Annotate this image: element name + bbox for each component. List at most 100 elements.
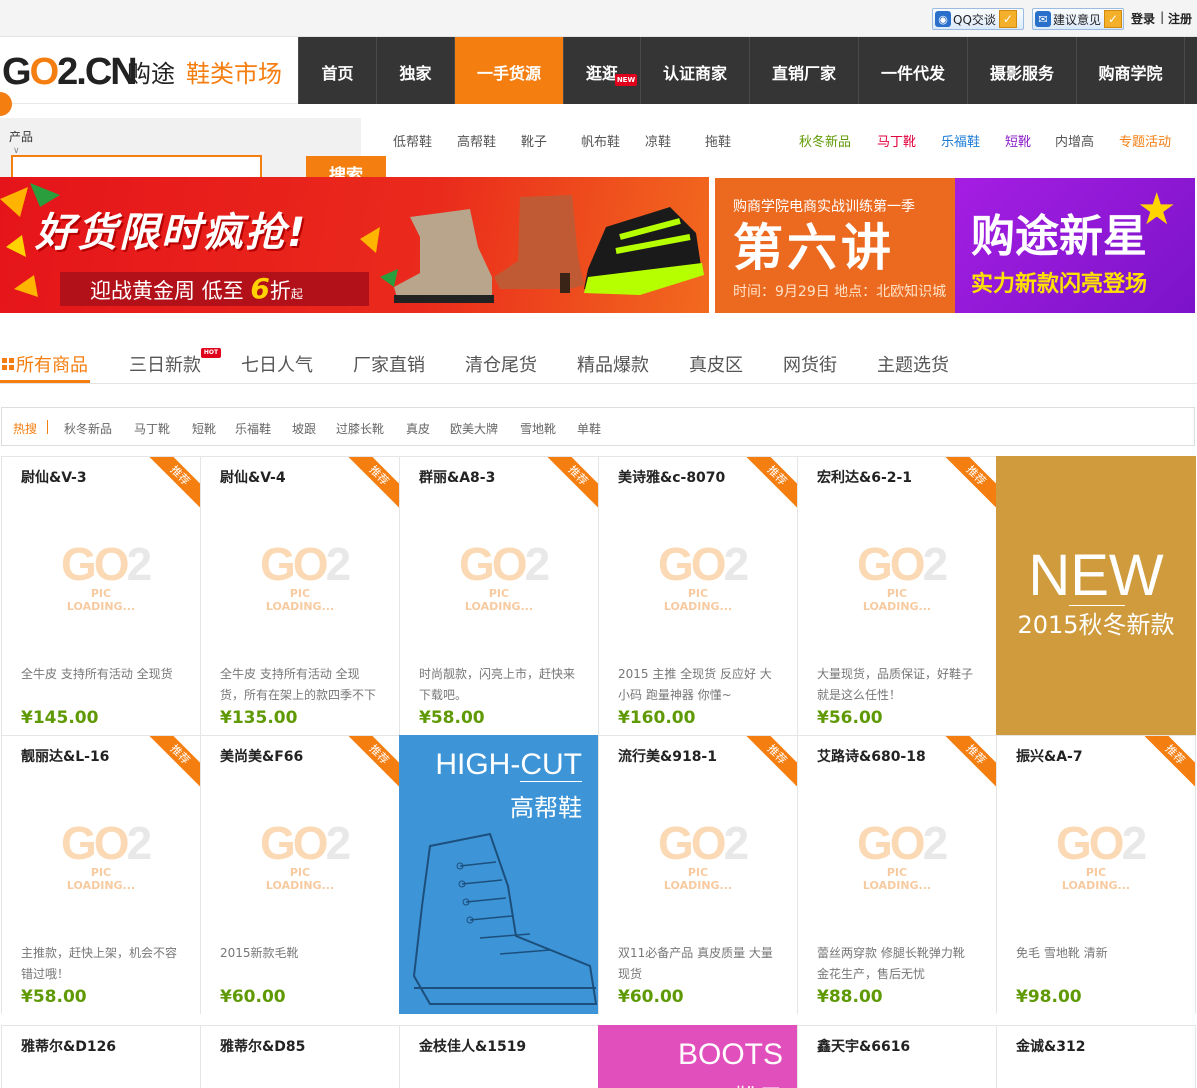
academy-banner-title: 第六讲 <box>733 219 895 277</box>
hot-search-separator <box>47 420 48 434</box>
keyword-link[interactable]: 凉鞋 <box>645 131 671 150</box>
tab-genuine-leather[interactable]: 真皮区 <box>689 351 743 377</box>
qq-icon: ◉ <box>935 11 951 27</box>
hot-search-label: 热搜 <box>13 422 38 436</box>
high-cut-title: HIGH-CUT <box>435 748 582 782</box>
product-card[interactable]: 群丽&A8-3 推荐 GO2 PIC LOADING... 时尚靓款，闪亮上市，赶… <box>399 456 599 736</box>
product-card[interactable]: 雅蒂尔&D126 <box>1 1025 201 1088</box>
recommend-ribbon: 推荐 <box>742 736 797 789</box>
hot-search-item[interactable]: 坡跟 <box>292 420 316 437</box>
ph-go: GO <box>61 538 130 590</box>
recommend-ribbon: 推荐 <box>543 457 598 510</box>
nav-item-photo[interactable]: 摄影服务 <box>967 37 1076 104</box>
tab-seven-day-popular[interactable]: 七日人气 <box>241 351 313 377</box>
product-desc: 蕾丝两穿款 修腿长靴弹力靴 金花生产，售后无忧 <box>817 946 965 981</box>
feature-card-high-cut[interactable]: HIGH-CUT 高帮鞋 <box>399 735 599 1015</box>
check-icon: ✓ <box>1104 10 1123 28</box>
product-card[interactable]: 鑫天宇&6616 <box>797 1025 997 1088</box>
keyword-link[interactable]: 靴子 <box>521 131 547 150</box>
academy-banner-info: 时间：9月29日 地点：北欧知识城 <box>733 284 947 300</box>
product-title: 尉仙&V-3 <box>21 470 87 486</box>
product-card[interactable]: 流行美&918-1 推荐 GO2 PIC LOADING... 双11必备产品 真… <box>598 735 798 1015</box>
feature-card-boots[interactable]: BOOTS 靴子 <box>598 1025 798 1088</box>
nav-item-certified[interactable]: 认证商家 <box>640 37 749 104</box>
qq-chat-label: QQ交谈 <box>953 12 996 27</box>
ph-go: GO <box>260 817 329 869</box>
keyword-link-featured[interactable]: 乐福鞋 <box>941 131 980 150</box>
register-link[interactable]: 注册 <box>1168 10 1192 27</box>
nav-item-browse[interactable]: 逛逛 <box>563 37 640 104</box>
feature-card-new-arrivals[interactable]: NEW 2015秋冬新款 <box>996 456 1196 736</box>
ph-sub: PIC LOADING... <box>66 866 136 892</box>
product-card[interactable]: 雅蒂尔&D85 <box>200 1025 400 1088</box>
nav-item-factory[interactable]: 直销厂家 <box>749 37 858 104</box>
product-desc: 免毛 雪地靴 清新 <box>1016 946 1108 960</box>
product-title: 鑫天宇&6616 <box>817 1039 911 1055</box>
product-card[interactable]: 宏利达&6-2-1 推荐 GO2 PIC LOADING... 大量现货，品质保证… <box>797 456 997 736</box>
hot-search-item[interactable]: 雪地靴 <box>520 420 556 437</box>
product-card[interactable]: 振兴&A-7 推荐 GO2 PIC LOADING... 免毛 雪地靴 清新 ¥9… <box>996 735 1196 1015</box>
nav-item-dropship[interactable]: 一件代发 <box>858 37 967 104</box>
keyword-link-featured[interactable]: 马丁靴 <box>877 131 916 150</box>
tab-all-products[interactable]: 所有商品 <box>16 351 88 377</box>
keyword-link-featured[interactable]: 秋冬新品 <box>799 131 851 150</box>
nav-item-academy[interactable]: 购商学院 <box>1076 37 1185 104</box>
keyword-link[interactable]: 高帮鞋 <box>457 131 496 150</box>
topbar-separator: | <box>1160 10 1165 24</box>
product-card[interactable]: 艾路诗&680-18 推荐 GO2 PIC LOADING... 蕾丝两穿款 修腿… <box>797 735 997 1015</box>
product-price: ¥58.00 <box>21 987 87 1007</box>
product-card[interactable]: 金枝佳人&1519 <box>399 1025 599 1088</box>
hot-search-item[interactable]: 乐福鞋 <box>235 420 271 437</box>
keyword-link-featured[interactable]: 短靴 <box>1005 131 1031 150</box>
product-card[interactable]: 金诚&312 <box>996 1025 1196 1088</box>
hot-search-item[interactable]: 单鞋 <box>577 420 601 437</box>
hot-search-item[interactable]: 马丁靴 <box>134 420 170 437</box>
ph-sub: PIC LOADING... <box>663 866 733 892</box>
feedback-label: 建议意见 <box>1053 12 1102 27</box>
product-title: 流行美&918-1 <box>618 749 717 765</box>
product-desc: 大量现货，品质保证，好鞋子就是这么任性！ <box>817 667 974 702</box>
nav-item-first-hand[interactable]: 一手货源 <box>454 37 563 104</box>
ph-two: 2 <box>325 817 352 869</box>
hot-search-item[interactable]: 欧美大牌 <box>450 420 498 437</box>
keyword-link-featured[interactable]: 内增高 <box>1055 131 1094 150</box>
shoe-image <box>494 195 584 289</box>
product-card[interactable]: 美诗雅&c-8070 推荐 GO2 PIC LOADING... 2015 主推 … <box>598 456 798 736</box>
tab-clearance[interactable]: 清仓尾货 <box>465 351 537 377</box>
new-star-subtitle: 实力新款闪亮登场 <box>971 272 1148 297</box>
nav-item-home[interactable]: 首页 <box>298 37 376 104</box>
product-card[interactable]: 靓丽达&L-16 推荐 GO2 PIC LOADING... 主推款，赶快上架，机… <box>1 735 201 1015</box>
hot-badge: HOT <box>201 348 221 358</box>
hot-search-item[interactable]: 短靴 <box>192 420 216 437</box>
keyword-link[interactable]: 帆布鞋 <box>581 131 620 150</box>
product-card[interactable]: 尉仙&V-3 推荐 GO2 PIC LOADING... 全牛皮 支持所有活动 全… <box>1 456 201 736</box>
ph-sub: PIC LOADING... <box>265 587 335 613</box>
nav-item-exclusive[interactable]: 独家 <box>376 37 454 104</box>
ph-go: GO <box>260 538 329 590</box>
ph-two: 2 <box>723 817 750 869</box>
product-title: 宏利达&6-2-1 <box>817 470 913 486</box>
keyword-link[interactable]: 低帮鞋 <box>393 131 432 150</box>
hot-search-item[interactable]: 过膝长靴 <box>336 420 384 437</box>
shoe-image <box>394 209 492 301</box>
tab-three-day-new[interactable]: 三日新款 <box>129 351 201 377</box>
hot-search-item[interactable]: 秋冬新品 <box>64 420 112 437</box>
tab-best-sellers[interactable]: 精品爆款 <box>577 351 649 377</box>
tab-online-street[interactable]: 网货街 <box>783 351 837 377</box>
ph-go: GO <box>857 538 926 590</box>
search-category-select[interactable]: 产品 <box>9 128 33 145</box>
new-badge: NEW <box>615 74 637 86</box>
login-link[interactable]: 登录 <box>1131 10 1155 27</box>
product-title: 美诗雅&c-8070 <box>618 470 726 486</box>
product-card[interactable]: 尉仙&V-4 推荐 GO2 PIC LOADING... 全牛皮 支持所有活动 全… <box>200 456 400 736</box>
tab-factory-direct[interactable]: 厂家直销 <box>353 351 425 377</box>
keyword-link[interactable]: 拖鞋 <box>705 131 731 150</box>
feedback-button[interactable]: ✉ 建议意见 ✓ <box>1032 8 1124 30</box>
product-card[interactable]: 美尚美&F66 推荐 GO2 PIC LOADING... 2015新款毛靴 ¥6… <box>200 735 400 1015</box>
product-title: 群丽&A8-3 <box>419 470 496 486</box>
sneaker-illustration <box>412 832 598 1005</box>
tab-theme-selection[interactable]: 主题选货 <box>877 351 949 377</box>
keyword-link-featured[interactable]: 专题活动 <box>1119 131 1171 150</box>
qq-chat-button[interactable]: ◉ QQ交谈 ✓ <box>932 8 1024 30</box>
hot-search-item[interactable]: 真皮 <box>406 420 430 437</box>
